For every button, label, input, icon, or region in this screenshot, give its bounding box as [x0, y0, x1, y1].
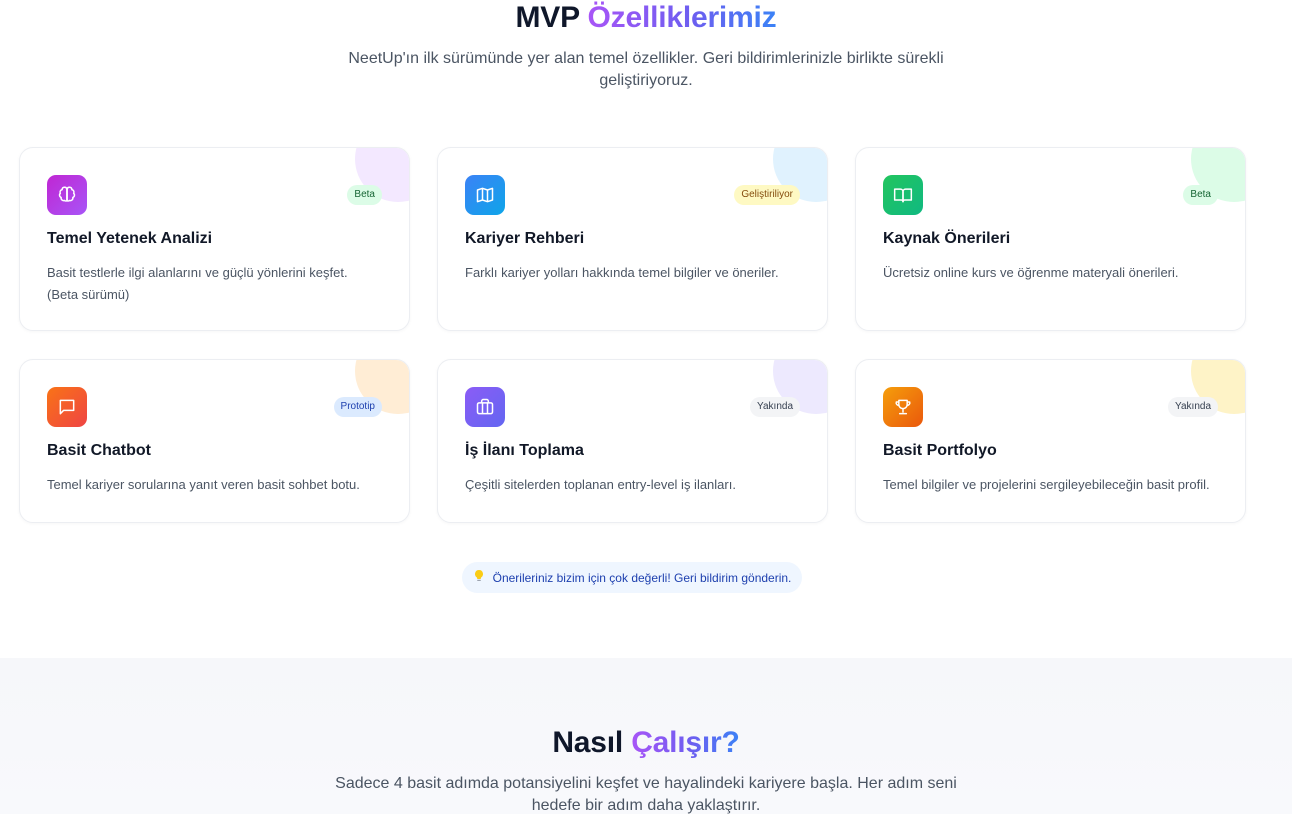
- card-title: İş İlanı Toplama: [465, 442, 584, 459]
- trophy-icon: [883, 387, 923, 427]
- how-title-plain: Nasıl: [552, 726, 624, 759]
- card-title: Kaynak Önerileri: [883, 230, 1011, 247]
- feature-card-chatbot[interactable]: Prototip Basit Chatbot Temel kariyer sor…: [19, 359, 410, 523]
- feature-card-skill-analysis[interactable]: Beta Temel Yetenek Analizi Basit testler…: [19, 147, 410, 331]
- features-title: MVP Özelliklerimiz: [0, 0, 1292, 36]
- how-title: Nasıl Çalışır?: [0, 724, 1292, 762]
- feedback-link[interactable]: Önerileriniz bizim için çok değerli! Ger…: [462, 562, 802, 593]
- status-badge: Beta: [347, 185, 382, 205]
- card-description: Basit testlerle ilgi alanlarını ve güçlü…: [47, 265, 348, 302]
- card-description: Temel bilgiler ve projelerini sergileyeb…: [883, 477, 1210, 492]
- lightbulb-icon: [473, 569, 485, 586]
- card-title: Basit Portfolyo: [883, 442, 997, 459]
- card-title: Basit Chatbot: [47, 442, 151, 459]
- features-subtitle: NeetUp'ın ilk sürümünde yer alan temel ö…: [348, 50, 944, 89]
- map-icon: [465, 175, 505, 215]
- card-description: Çeşitli sitelerden toplanan entry-level …: [465, 477, 736, 492]
- card-description: Farklı kariyer yolları hakkında temel bi…: [465, 265, 779, 280]
- status-badge: Yakında: [1168, 397, 1218, 417]
- briefcase-icon: [465, 387, 505, 427]
- book-icon: [883, 175, 923, 215]
- features-title-accent: Özelliklerimiz: [587, 1, 777, 34]
- card-title: Temel Yetenek Analizi: [47, 230, 213, 247]
- feature-card-career-guide[interactable]: Geliştiriliyor Kariyer Rehberi Farklı ka…: [437, 147, 828, 331]
- feature-card-job-listings[interactable]: Yakında İş İlanı Toplama Çeşitli siteler…: [437, 359, 828, 523]
- status-badge: Geliştiriliyor: [734, 185, 800, 205]
- status-badge: Prototip: [333, 397, 382, 417]
- features-title-plain: MVP: [515, 1, 580, 34]
- card-description: Ücretsiz online kurs ve öğrenme materyal…: [883, 265, 1179, 280]
- status-badge: Beta: [1183, 185, 1218, 205]
- brain-icon: [47, 175, 87, 215]
- feature-card-portfolio[interactable]: Yakında Basit Portfolyo Temel bilgiler v…: [855, 359, 1246, 523]
- chat-icon: [47, 387, 87, 427]
- how-subtitle: Sadece 4 basit adımda potansiyelini keşf…: [335, 775, 957, 814]
- card-title: Kariyer Rehberi: [465, 230, 585, 247]
- status-badge: Yakında: [750, 397, 800, 417]
- card-description: Temel kariyer sorularına yanıt veren bas…: [47, 477, 360, 492]
- feedback-text: Önerileriniz bizim için çok değerli! Ger…: [492, 570, 792, 585]
- feature-card-resources[interactable]: Beta Kaynak Önerileri Ücretsiz online ku…: [855, 147, 1246, 331]
- how-title-accent: Çalışır?: [631, 726, 740, 759]
